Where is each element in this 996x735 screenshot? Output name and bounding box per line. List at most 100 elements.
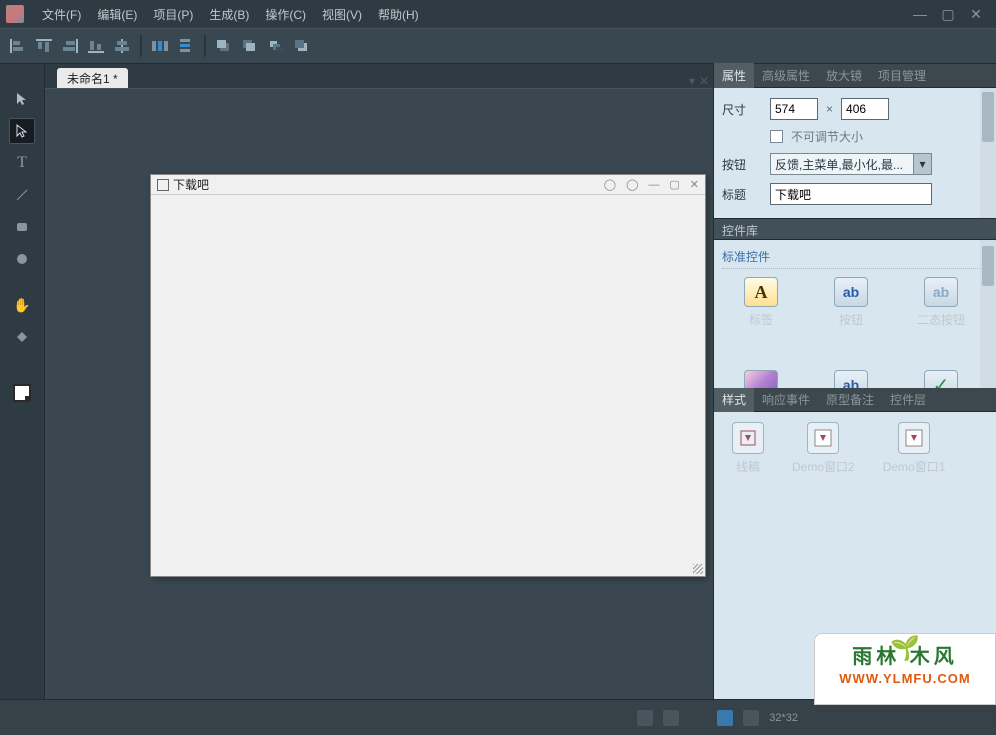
lib-button[interactable]: ab 按钮 (822, 277, 880, 328)
lock-size-checkbox[interactable] (770, 130, 783, 143)
styles-tabs: 样式 响应事件 原型备注 控件层 (714, 388, 996, 412)
toolbar-separator (140, 35, 142, 57)
lib-label[interactable]: A 标签 (732, 277, 790, 328)
library-scrollbar[interactable] (980, 240, 996, 388)
status-coords: 32*32 (769, 712, 798, 724)
design-minimize-icon[interactable]: — (648, 179, 659, 191)
design-feedback-icon[interactable]: ◯ (626, 178, 638, 191)
lib-image[interactable] (732, 370, 790, 388)
distribute-h-button[interactable] (148, 34, 172, 58)
align-center-h-button[interactable] (110, 34, 134, 58)
status-icon-2[interactable] (743, 710, 759, 726)
tab-notes[interactable]: 原型备注 (818, 387, 882, 412)
diamond-tool[interactable] (9, 324, 35, 350)
watermark-url: WWW.YLMFU.COM (821, 671, 989, 686)
design-checkbox-icon[interactable] (157, 179, 169, 191)
hand-tool[interactable]: ✋ (9, 292, 35, 318)
tab-properties[interactable]: 属性 (714, 63, 754, 88)
maximize-icon[interactable]: ▢ (940, 6, 956, 22)
design-close-icon[interactable]: ✕ (690, 178, 699, 191)
align-top-button[interactable] (32, 34, 56, 58)
doc-tab-untitled[interactable]: 未命名1 * (57, 68, 128, 88)
lib-item-extra1[interactable]: ab (822, 370, 880, 388)
menu-build[interactable]: 生成(B) (201, 2, 257, 27)
tab-close-icon[interactable]: ✕ (699, 74, 709, 88)
lib-item-caption: 按钮 (822, 311, 880, 328)
demo2-icon (807, 422, 839, 454)
lib-toggle-button[interactable]: ab 二态按钮 (912, 277, 970, 328)
app-logo-icon (6, 5, 24, 23)
width-input[interactable] (770, 98, 818, 120)
style-demo2[interactable]: Demo窗口2 (792, 422, 855, 475)
button-prop-label: 按钮 (722, 156, 762, 173)
properties-tabs: 属性 高级属性 放大镜 项目管理 (714, 64, 996, 88)
text-tool[interactable]: T (9, 150, 35, 176)
style-caption: Demo窗口1 (883, 458, 946, 475)
dimension-multiply: × (826, 102, 833, 116)
label-icon: A (744, 277, 778, 307)
watermark: 雨林 木风🌱 WWW.YLMFU.COM (814, 633, 996, 705)
document-tabs: 未命名1 * ▾ ✕ (45, 64, 713, 88)
tab-events[interactable]: 响应事件 (754, 387, 818, 412)
menu-file[interactable]: 文件(F) (34, 2, 89, 27)
tab-magnifier[interactable]: 放大镜 (818, 63, 870, 88)
tab-advanced[interactable]: 高级属性 (754, 63, 818, 88)
style-demo1[interactable]: Demo窗口1 (883, 422, 946, 475)
menu-help[interactable]: 帮助(H) (370, 2, 427, 27)
color-swatch-tool[interactable] (9, 380, 35, 406)
rect-tool[interactable] (9, 214, 35, 240)
align-right-button[interactable] (58, 34, 82, 58)
height-input[interactable] (841, 98, 889, 120)
design-title: 下载吧 (173, 176, 209, 193)
design-menu-icon[interactable]: ◯ (604, 178, 616, 191)
close-icon[interactable]: ✕ (968, 6, 984, 22)
bring-forward-button[interactable] (238, 34, 262, 58)
view-grid-icon[interactable] (663, 710, 679, 726)
leaf-icon: 🌱 (890, 634, 924, 663)
pointer-tool[interactable] (9, 86, 35, 112)
design-maximize-icon[interactable]: ▢ (669, 178, 679, 191)
view-list-icon[interactable] (637, 710, 653, 726)
menu-action[interactable]: 操作(C) (257, 2, 314, 27)
lib-item-caption: 二态按钮 (912, 311, 970, 328)
menu-edit[interactable]: 编辑(E) (89, 2, 145, 27)
resize-grip-icon[interactable] (693, 564, 703, 574)
style-caption: Demo窗口2 (792, 458, 855, 475)
bring-front-button[interactable] (212, 34, 236, 58)
status-icon-1[interactable] (717, 710, 733, 726)
line-tool[interactable] (9, 182, 35, 208)
props-scrollbar[interactable] (980, 88, 996, 218)
tab-styles[interactable]: 样式 (714, 387, 754, 412)
tab-project-mgmt[interactable]: 项目管理 (870, 63, 934, 88)
style-wireframe[interactable]: 线稿 (732, 422, 764, 475)
select-tool[interactable] (9, 118, 35, 144)
properties-panel: 尺寸 × 不可调节大小 按钮 反馈,主菜单,最小化,最... ▾ 标题 (714, 88, 996, 218)
design-titlebar[interactable]: 下载吧 ◯ ◯ — ▢ ✕ (151, 175, 705, 195)
send-back-button[interactable] (290, 34, 314, 58)
menu-project[interactable]: 项目(P) (145, 2, 201, 27)
minimize-icon[interactable]: — (912, 6, 928, 22)
lock-size-label: 不可调节大小 (791, 128, 863, 145)
size-label: 尺寸 (722, 101, 762, 118)
ellipse-tool[interactable] (9, 246, 35, 272)
title-input[interactable] (770, 183, 932, 205)
distribute-v-button[interactable] (174, 34, 198, 58)
send-backward-button[interactable] (264, 34, 288, 58)
lib-checkbox[interactable]: ✓ (912, 370, 970, 388)
align-bottom-button[interactable] (84, 34, 108, 58)
canvas[interactable]: 下载吧 ◯ ◯ — ▢ ✕ (45, 88, 713, 699)
tab-dropdown-icon[interactable]: ▾ (689, 74, 695, 88)
chevron-down-icon[interactable]: ▾ (913, 154, 931, 174)
menu-view[interactable]: 视图(V) (314, 2, 370, 27)
align-left-button[interactable] (6, 34, 30, 58)
toggle-button-icon: ab (924, 277, 958, 307)
button-icon: ab (834, 277, 868, 307)
tab-layers[interactable]: 控件层 (882, 387, 934, 412)
library-group-title: 标准控件 (722, 248, 988, 269)
button-dropdown[interactable]: 反馈,主菜单,最小化,最... ▾ (770, 153, 932, 175)
lib-item-caption: 标签 (732, 311, 790, 328)
library-panel: 标准控件 A 标签 ab 按钮 ab 二态按钮 ab (714, 240, 996, 388)
design-window[interactable]: 下载吧 ◯ ◯ — ▢ ✕ (150, 174, 706, 577)
check-icon: ✓ (924, 370, 958, 388)
button2-icon: ab (834, 370, 868, 388)
